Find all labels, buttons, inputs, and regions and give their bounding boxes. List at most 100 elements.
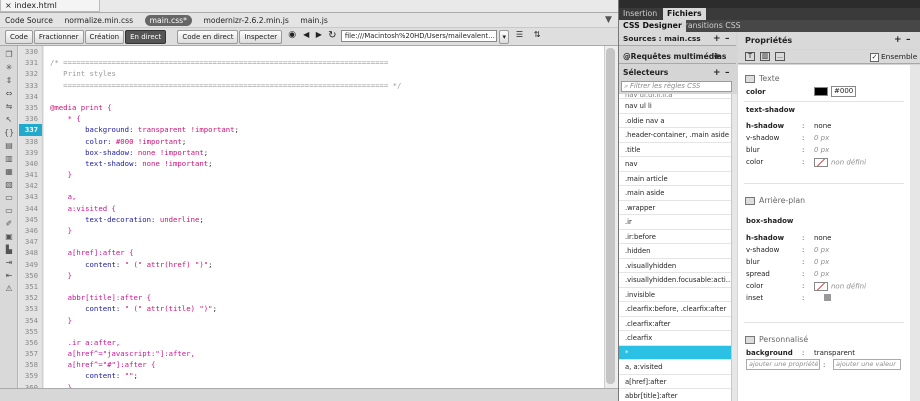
selector-item[interactable]: .header-container, .main aside [619,128,731,143]
code-line[interactable]: a:visited { [44,203,604,214]
code-line[interactable]: .ir a:after, [44,337,604,348]
code-line[interactable] [44,46,604,57]
code-line[interactable]: Print styles [44,68,604,79]
layout-category-icon[interactable]: ▥ [760,52,770,61]
forward-arrow-icon[interactable]: ▶ [314,30,324,39]
show-all-toggle[interactable]: ✓ Ensemble [870,51,917,62]
property-row-value[interactable] [814,294,831,303]
highlight-icon[interactable]: ▥ [4,154,14,163]
color-swatch[interactable] [814,86,828,96]
remove-property-button[interactable]: – [906,32,911,49]
property-row-value[interactable]: none [814,122,831,130]
selectors-scrollbar[interactable] [732,94,737,401]
property-row-value[interactable]: non défini [814,158,866,167]
address-field[interactable]: file:///Macintosh%20HD/Users/mailevalent… [340,30,497,42]
selector-item[interactable]: .hidden [619,244,731,259]
code-line[interactable]: a[href^="#"]:after { [44,359,604,370]
inset-toggle-icon[interactable] [824,294,831,301]
selector-item[interactable]: .ir [619,215,731,230]
selector-filter-input[interactable]: ⌕ Filtrer les règles CSS [621,81,732,92]
code-line[interactable]: @media print { [44,102,604,113]
code-line[interactable] [44,91,604,102]
tab-fichiers[interactable]: Fichiers [663,8,706,20]
code-line[interactable]: abbr[title]:after { [44,292,604,303]
code-line[interactable]: * { [44,113,604,124]
selector-item[interactable]: .clearfix:before, .clearfix:after [619,302,731,317]
outdent-icon[interactable]: ⇤ [4,271,14,280]
code-line[interactable] [44,236,604,247]
text-category-icon[interactable]: T [745,52,755,61]
indent-icon[interactable]: ⇥ [4,258,14,267]
selector-item[interactable]: .main article [619,172,731,186]
open-documents-icon[interactable]: ❐ [4,50,14,59]
property-row-value[interactable]: 0 px [814,246,829,254]
add-source-button[interactable]: + [713,32,721,46]
inspect-button[interactable]: Inspecter [239,30,283,44]
code-editor[interactable]: /* =====================================… [44,46,604,388]
property-row-value[interactable]: 0 px [814,134,829,142]
add-selector-button[interactable]: + [713,66,721,80]
sources-header[interactable]: Sources : main.css + – [619,32,736,46]
related-file-main-js[interactable]: main.js [300,13,327,28]
selector-item[interactable]: a, a:visited [619,360,731,375]
refresh-icon[interactable]: ↻ [326,30,338,41]
remove-selector-button[interactable]: – [725,66,730,80]
code-line[interactable] [44,180,604,191]
balance-braces-icon[interactable]: {} [4,128,14,137]
selector-item[interactable]: abbr[title]:after [619,389,731,401]
expand-all-icon[interactable]: ⇕ [4,76,14,85]
selector-item[interactable]: .clearfix [619,331,731,346]
format-source-icon[interactable]: ⚠ [4,284,14,293]
code-line[interactable]: background: transparent !important; [44,124,604,135]
properties-scrollbar[interactable] [910,65,920,401]
selector-item[interactable]: .main aside [619,186,731,201]
list-options-icon[interactable]: ☰ [513,30,527,39]
live-view-button[interactable]: En direct [125,30,167,44]
live-code-button[interactable]: Code en direct [177,30,239,44]
add-media-query-button[interactable]: + [713,50,721,64]
wrap-tag-icon[interactable]: ✐ [4,219,14,228]
selector-item[interactable]: nav [619,157,731,172]
code-line[interactable]: } [44,225,604,236]
property-row-value[interactable]: non défini [814,282,866,291]
color-hex-input[interactable]: #000 [831,86,857,97]
pointer-icon[interactable]: ↖ [4,115,14,124]
close-icon[interactable]: × [5,1,12,10]
custom-property-value[interactable]: transparent [814,349,855,357]
move-css-icon[interactable]: ▙ [4,245,14,254]
tab-insertion[interactable]: Insertion [619,8,661,20]
selector-item[interactable]: .title [619,143,731,157]
remove-source-button[interactable]: – [725,32,730,46]
code-line[interactable]: content: " (" attr(title) ")"; [44,303,604,314]
tab-css-designer[interactable]: CSS Designer [619,20,686,32]
code-line[interactable]: } [44,315,604,326]
collapse-icon[interactable]: ✳ [4,63,14,72]
property-row-value[interactable]: 0 px [814,270,829,278]
selector-item[interactable]: .invisible [619,288,731,302]
globe-icon[interactable]: ◉ [286,30,299,40]
back-arrow-icon[interactable]: ◀ [301,30,311,39]
code-line[interactable]: a, [44,191,604,202]
snippets-icon[interactable]: ▣ [4,232,14,241]
code-line[interactable]: text-shadow: none !important; [44,158,604,169]
selector-item[interactable]: .clearfix:after [619,317,731,331]
code-line[interactable] [44,281,604,292]
split-view-button[interactable]: Fractionner [33,30,84,44]
code-line[interactable]: } [44,169,604,180]
select-parent-icon[interactable]: ⇋ [4,102,14,111]
code-line[interactable]: /* =====================================… [44,57,604,68]
undefined-color-swatch[interactable] [814,158,828,167]
selector-item[interactable]: .wrapper [619,201,731,215]
address-dropdown[interactable]: ▾ [499,30,509,44]
property-row-value[interactable]: 0 px [814,146,829,154]
selector-item[interactable]: .visuallyhidden.focusable:acti… [619,273,731,288]
property-row-value[interactable]: none [814,234,831,242]
selectors-list[interactable]: nav ul.ul.li.li.a nav ul li .oldie nav a .h… [619,94,732,401]
related-file-normalize[interactable]: normalize.min.css [64,13,133,28]
collapse-selection-icon[interactable]: ⇔ [4,89,14,98]
selector-item[interactable]: .oldie nav a [619,114,731,128]
syntax-error-icon[interactable]: ▧ [4,180,14,189]
uncomment-icon[interactable]: ▭ [4,206,14,215]
document-tab[interactable]: × index.html [0,0,100,12]
code-line[interactable]: color: #000 !important; [44,136,604,147]
